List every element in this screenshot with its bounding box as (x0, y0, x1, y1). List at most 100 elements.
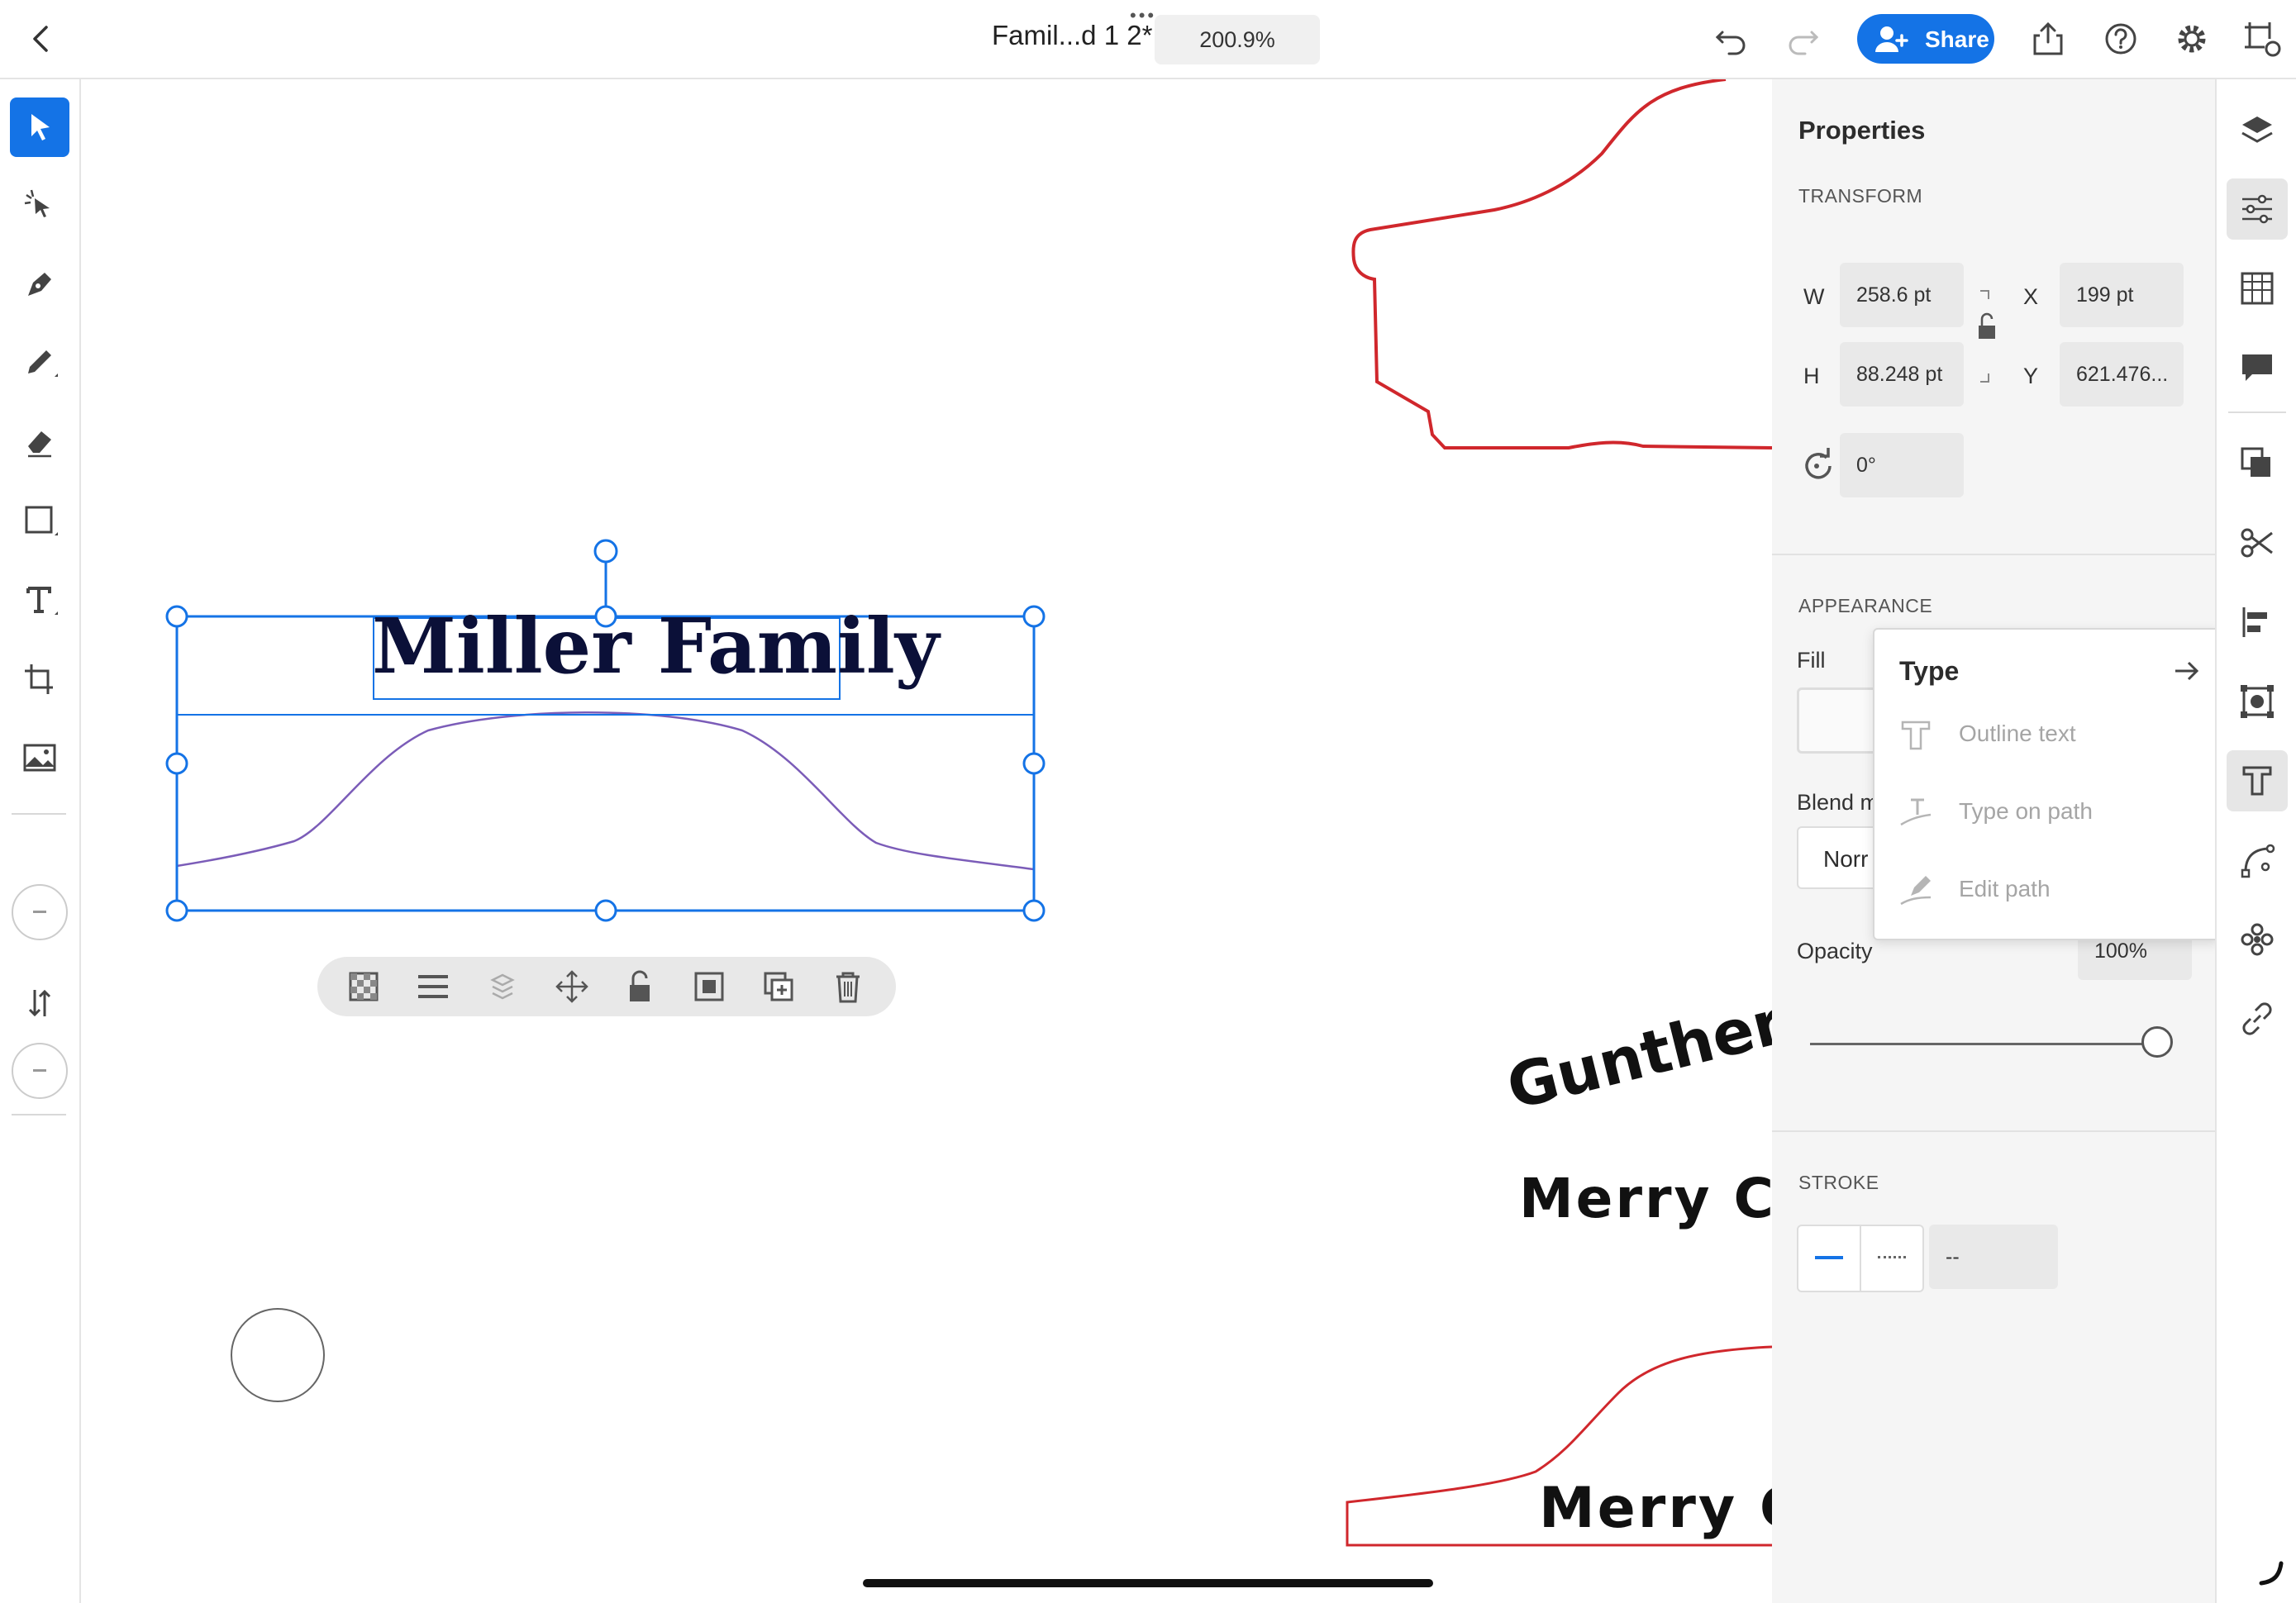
edit-path-label: Edit path (1959, 876, 2051, 901)
stroke-section-label: STROKE (1798, 1172, 1879, 1193)
rotate-handle[interactable] (593, 539, 618, 564)
share-label: Share (1925, 26, 1989, 52)
unlock-icon[interactable] (622, 968, 658, 1005)
resize-handle[interactable] (165, 899, 188, 922)
share-person-icon (1875, 26, 1908, 52)
solid-line-icon (1815, 1256, 1843, 1259)
resize-handle[interactable] (165, 752, 188, 775)
top-bar: Famil...d 1 2* ••• 200.9% Share (0, 0, 2296, 79)
rectangle-tool[interactable] (10, 491, 69, 550)
move-icon[interactable] (554, 968, 590, 1005)
opacity-checker-icon[interactable] (345, 968, 382, 1005)
properties-icon[interactable] (2227, 178, 2288, 240)
canvas[interactable]: Miller Family Gunther Merry Ch Merry C (81, 79, 1772, 1603)
miller-family-text[interactable]: Miller Family (372, 602, 939, 691)
constrain-proportions-lock-icon[interactable] (1970, 288, 2003, 385)
stroke-weight-icon[interactable] (415, 968, 451, 1005)
outline-text-icon (1901, 721, 1931, 750)
pencil-tool[interactable] (10, 332, 69, 392)
resize-handle[interactable] (1022, 752, 1046, 775)
x-field[interactable]: 199 pt (2060, 263, 2184, 327)
resize-handle[interactable] (594, 899, 617, 922)
right-icon-rail (2215, 79, 2296, 1603)
resize-handle[interactable] (165, 605, 188, 628)
type-popup-title: Type (1899, 656, 1960, 686)
type-popup-menu: Type Outline text Type on path Edit path (1873, 628, 2220, 940)
path-icon[interactable] (2227, 830, 2288, 891)
export-icon[interactable] (2023, 14, 2073, 64)
document-title[interactable]: Famil...d 1 2* (992, 20, 1152, 51)
type-panel-icon[interactable] (2227, 750, 2288, 811)
image-icon (23, 744, 56, 772)
image-tool[interactable] (10, 729, 69, 788)
direct-selection-tool[interactable] (10, 175, 69, 235)
eraser-icon (28, 431, 51, 458)
artboard-icon[interactable] (2236, 14, 2286, 64)
merry-christmas-text-2[interactable]: Merry C (1539, 1476, 1772, 1541)
trash-icon[interactable] (830, 968, 866, 1005)
swatches-icon[interactable] (2227, 258, 2288, 319)
transform-icon[interactable] (2227, 671, 2288, 732)
opacity-slider-thumb[interactable] (2141, 1026, 2173, 1058)
back-chevron-icon[interactable] (17, 14, 66, 64)
solid-stroke-button[interactable] (1798, 1226, 1861, 1291)
more-options-icon[interactable]: ••• (1130, 7, 1156, 25)
type-on-path-item[interactable]: Type on path (1874, 775, 2218, 849)
arrow-pointer-icon (31, 114, 50, 140)
gear-icon[interactable] (2167, 14, 2217, 64)
type-on-path-label: Type on path (1959, 798, 2093, 824)
crop-tool[interactable] (10, 649, 69, 709)
resize-corner-icon[interactable] (2256, 1558, 2286, 1588)
help-icon[interactable] (2096, 14, 2146, 64)
merry-christmas-text-1[interactable]: Merry Ch (1519, 1167, 1772, 1230)
toolbar-divider (12, 813, 66, 815)
edit-path-item[interactable]: Edit path (1874, 853, 2218, 927)
stroke-weight-field[interactable]: -- (1929, 1225, 2058, 1289)
rotation-field[interactable]: 0° (1840, 433, 1964, 497)
left-toolbar (0, 79, 81, 1603)
dashed-stroke-button[interactable] (1861, 1226, 1922, 1291)
width-label: W (1803, 284, 1825, 309)
arrange-layers-icon[interactable] (484, 968, 521, 1005)
layers-icon[interactable] (2227, 99, 2288, 160)
group-icon[interactable] (691, 968, 727, 1005)
redo-icon[interactable] (1779, 14, 1828, 64)
y-label: Y (2023, 364, 2039, 388)
sort-button[interactable] (10, 973, 69, 1033)
eraser-tool[interactable] (10, 411, 69, 471)
height-field[interactable]: 88.248 pt (1840, 342, 1964, 407)
width-field[interactable]: 258.6 pt (1840, 263, 1964, 327)
section-divider (1772, 1130, 2215, 1132)
type-icon (26, 587, 58, 615)
pen-tool[interactable] (10, 254, 69, 314)
dashed-line-icon (1878, 1256, 1906, 1258)
minus-circle-button-2[interactable] (12, 1043, 68, 1099)
touch-cursor-circle (231, 1308, 325, 1402)
top-red-path[interactable] (1351, 79, 1772, 450)
minus-icon (33, 911, 46, 913)
arrow-right-icon[interactable] (2172, 656, 2202, 686)
resize-handle[interactable] (1022, 899, 1046, 922)
y-field[interactable]: 621.476... (2060, 342, 2184, 407)
align-icon[interactable] (2227, 592, 2288, 653)
scissors-icon[interactable] (2227, 512, 2288, 573)
pathfinder-icon[interactable] (2227, 433, 2288, 494)
pencil-icon (28, 350, 58, 377)
sort-arrows-icon (28, 989, 51, 1017)
edit-path-icon (1900, 876, 1932, 906)
share-button[interactable]: Share (1857, 14, 1994, 64)
home-indicator (863, 1579, 1433, 1587)
zoom-level[interactable]: 200.9% (1155, 15, 1320, 64)
link-icon[interactable] (2227, 988, 2288, 1049)
type-tool[interactable] (10, 570, 69, 630)
duplicate-icon[interactable] (760, 968, 797, 1005)
minus-circle-button[interactable] (12, 884, 68, 940)
undo-icon[interactable] (1706, 14, 1755, 64)
outline-text-item[interactable]: Outline text (1874, 697, 2218, 772)
text-path-curve[interactable] (176, 711, 1035, 871)
repeat-grid-icon[interactable] (2227, 909, 2288, 970)
resize-handle[interactable] (1022, 605, 1046, 628)
opacity-slider-track[interactable] (1810, 1043, 2157, 1045)
selection-tool[interactable] (10, 98, 69, 157)
comments-icon[interactable] (2227, 337, 2288, 398)
